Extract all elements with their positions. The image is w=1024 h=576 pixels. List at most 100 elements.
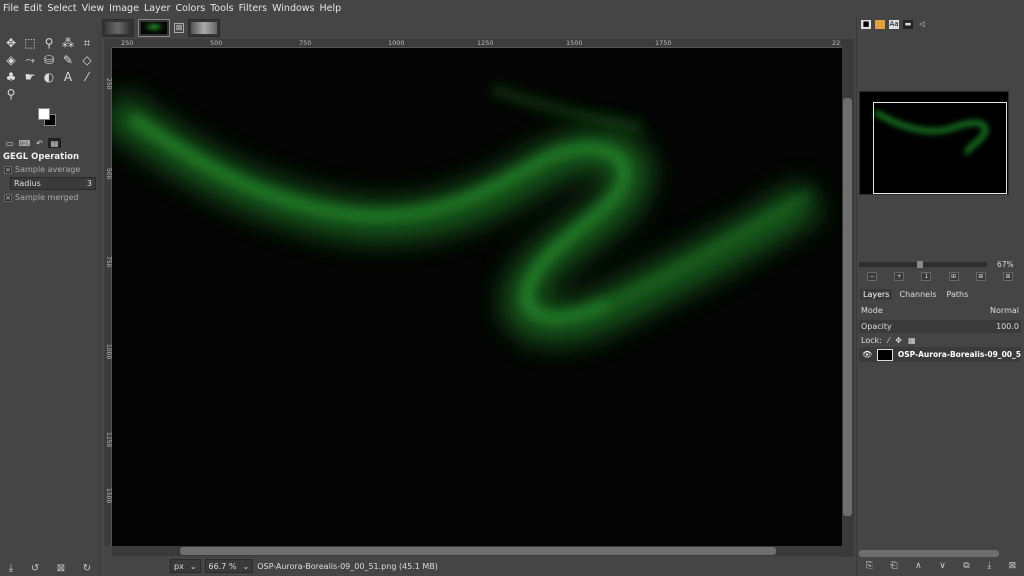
anchor-layer-icon[interactable]: ⤓ (987, 561, 991, 571)
save-options-icon[interactable]: ⤓ (9, 563, 13, 574)
radius-value[interactable]: 3 (87, 179, 92, 188)
eraser-icon[interactable]: ◇ (79, 52, 95, 68)
gradients-tab-icon[interactable] (875, 19, 885, 29)
lock-pixels-icon[interactable]: ⁄ (888, 336, 889, 345)
unit-value: px (174, 561, 184, 571)
zoom-value[interactable]: 66.7 % (209, 562, 237, 571)
device-status-tab-icon[interactable]: ⌨ (18, 138, 31, 148)
fonts-tab-icon[interactable]: Aa (889, 19, 899, 29)
tab-layers[interactable]: Layers (860, 289, 893, 300)
paintbrush-icon[interactable]: ✎ (60, 52, 76, 68)
rect-select-icon[interactable]: ⬚ (22, 35, 38, 51)
lock-alpha-icon[interactable]: ▦ (908, 336, 916, 345)
image-canvas[interactable] (112, 48, 842, 546)
lock-position-icon[interactable]: ✥ (895, 336, 902, 345)
zoom-icon[interactable]: ⚲ (3, 86, 19, 102)
menu-view[interactable]: View (82, 3, 105, 14)
new-layer-group-icon[interactable]: ⎗ (890, 561, 897, 571)
new-layer-icon[interactable]: ⎘ (866, 561, 873, 571)
zoom-1-1-icon[interactable]: 1 (921, 272, 932, 281)
sample-merged-row[interactable]: × Sample merged (0, 190, 99, 202)
mode-dropdown[interactable]: Normal (990, 306, 1019, 315)
tab-paths[interactable]: Paths (944, 289, 972, 300)
clone-icon[interactable]: ♣ (3, 69, 19, 85)
crop-icon[interactable]: ⌗ (79, 35, 95, 51)
menu-colors[interactable]: Colors (175, 3, 205, 14)
fill-window-icon[interactable]: ⊞ (975, 272, 986, 281)
shrink-wrap-icon[interactable]: ⊞ (1002, 272, 1013, 281)
ruler-label: 1250 (477, 39, 494, 47)
vertical-ruler[interactable]: 250 500 750 1000 1250 1500 (104, 48, 112, 546)
navigator-view-frame[interactable] (873, 102, 1007, 194)
duplicate-layer-icon[interactable]: ⧉ (963, 561, 969, 571)
brushes-tab-icon[interactable]: ■ (861, 19, 871, 29)
foreground-color-swatch[interactable] (38, 108, 50, 120)
sample-average-checkbox[interactable]: × (4, 165, 12, 174)
move-icon[interactable]: ✥ (3, 35, 19, 51)
configure-tab-icon[interactable]: ◁ (917, 20, 927, 29)
navigator-zoom-slider[interactable] (859, 262, 987, 267)
tab-channels[interactable]: Channels (896, 289, 939, 300)
image-tab-3[interactable] (188, 19, 220, 37)
navigator-tab-icon[interactable]: ▬ (903, 19, 913, 29)
layer-thumbnail (877, 348, 893, 361)
image-tab-2-active[interactable] (138, 19, 170, 37)
unit-dropdown[interactable]: px ⌄ (170, 559, 201, 573)
radius-spinner[interactable]: Radius 3 (10, 177, 96, 190)
lower-layer-icon[interactable]: ∨ (939, 561, 946, 571)
eye-icon[interactable]: 👁 (862, 350, 872, 359)
delete-layer-icon[interactable]: ⊠ (1009, 561, 1017, 571)
smudge-icon[interactable]: ☛ (22, 69, 38, 85)
menu-help[interactable]: Help (320, 3, 342, 14)
delete-options-icon[interactable]: ⊠ (57, 563, 65, 574)
images-tab-icon[interactable]: ▤ (48, 138, 61, 148)
layer-row[interactable]: 👁 OSP-Aurora-Borealis-09_00_5 (859, 347, 1021, 362)
restore-options-icon[interactable]: ↺ (31, 563, 39, 574)
dodge-icon[interactable]: ◐ (41, 69, 57, 85)
zoom-in-icon[interactable]: + (894, 272, 905, 281)
undo-history-tab-icon[interactable]: ↶ (33, 138, 46, 148)
opacity-row[interactable]: Opacity 100.0 (859, 320, 1021, 333)
layer-name: OSP-Aurora-Borealis-09_00_5 (897, 350, 1021, 359)
mode-label: Mode (861, 306, 883, 315)
sample-merged-checkbox[interactable]: × (4, 193, 12, 202)
layers-bottom-buttons: ⎘ ⎗ ∧ ∨ ⧉ ⤓ ⊠ (857, 561, 1024, 571)
menu-select[interactable]: Select (47, 3, 76, 14)
menu-file[interactable]: File (3, 3, 19, 14)
fuzzy-select-icon[interactable]: ⁂ (60, 35, 76, 51)
menu-layer[interactable]: Layer (144, 3, 171, 14)
transform-icon[interactable]: ◈ (3, 52, 19, 68)
horizontal-scroll-thumb[interactable] (180, 547, 776, 555)
status-filename: OSP-Aurora-Borealis-09_00_51.png (45.1 M… (257, 561, 438, 571)
sample-average-row[interactable]: × Sample average (0, 162, 99, 174)
lock-label: Lock: (861, 336, 882, 345)
menu-image[interactable]: Image (109, 3, 139, 14)
zoom-out-icon[interactable]: − (867, 272, 877, 281)
tab-close-icon[interactable]: ⊠ (174, 23, 184, 33)
layers-scrollbar[interactable] (859, 550, 999, 557)
horizontal-ruler[interactable]: 250 500 750 1000 1250 1500 1750 22 (112, 39, 842, 48)
reset-options-icon[interactable]: ↻ (83, 563, 91, 574)
raise-layer-icon[interactable]: ∧ (915, 561, 922, 571)
image-tab-1[interactable] (102, 19, 134, 37)
fit-image-icon[interactable]: ⊞ (948, 272, 959, 281)
tool-options-tab-icon[interactable]: ▭ (3, 138, 16, 148)
opacity-value[interactable]: 100.0 (996, 322, 1019, 331)
ruler-label: 1500 (105, 488, 112, 504)
menu-windows[interactable]: Windows (272, 3, 314, 14)
zoom-dropdown[interactable]: 66.7 % ⌄ (204, 559, 254, 573)
navigator-zoom-knob[interactable] (917, 261, 923, 268)
fg-bg-colors[interactable] (38, 108, 99, 134)
vertical-scroll-thumb[interactable] (843, 98, 852, 516)
menu-edit[interactable]: Edit (24, 3, 42, 14)
tool-options-title: GEGL Operation (3, 152, 80, 162)
menu-filters[interactable]: Filters (239, 3, 267, 14)
lasso-icon[interactable]: ⚲ (41, 35, 57, 51)
warp-icon[interactable]: ⤳ (22, 52, 38, 68)
right-dock: ■ Aa ▬ ◁ 67% − + 1 ⊞ ⊞ ⊞ Layers Channels… (856, 17, 1024, 576)
text-icon[interactable]: A (60, 69, 76, 85)
menu-tools[interactable]: Tools (210, 3, 233, 14)
color-picker-icon[interactable]: ⁄ (79, 69, 95, 85)
bucket-fill-icon[interactable]: ⛁ (41, 52, 57, 68)
ruler-corner[interactable] (104, 39, 112, 48)
